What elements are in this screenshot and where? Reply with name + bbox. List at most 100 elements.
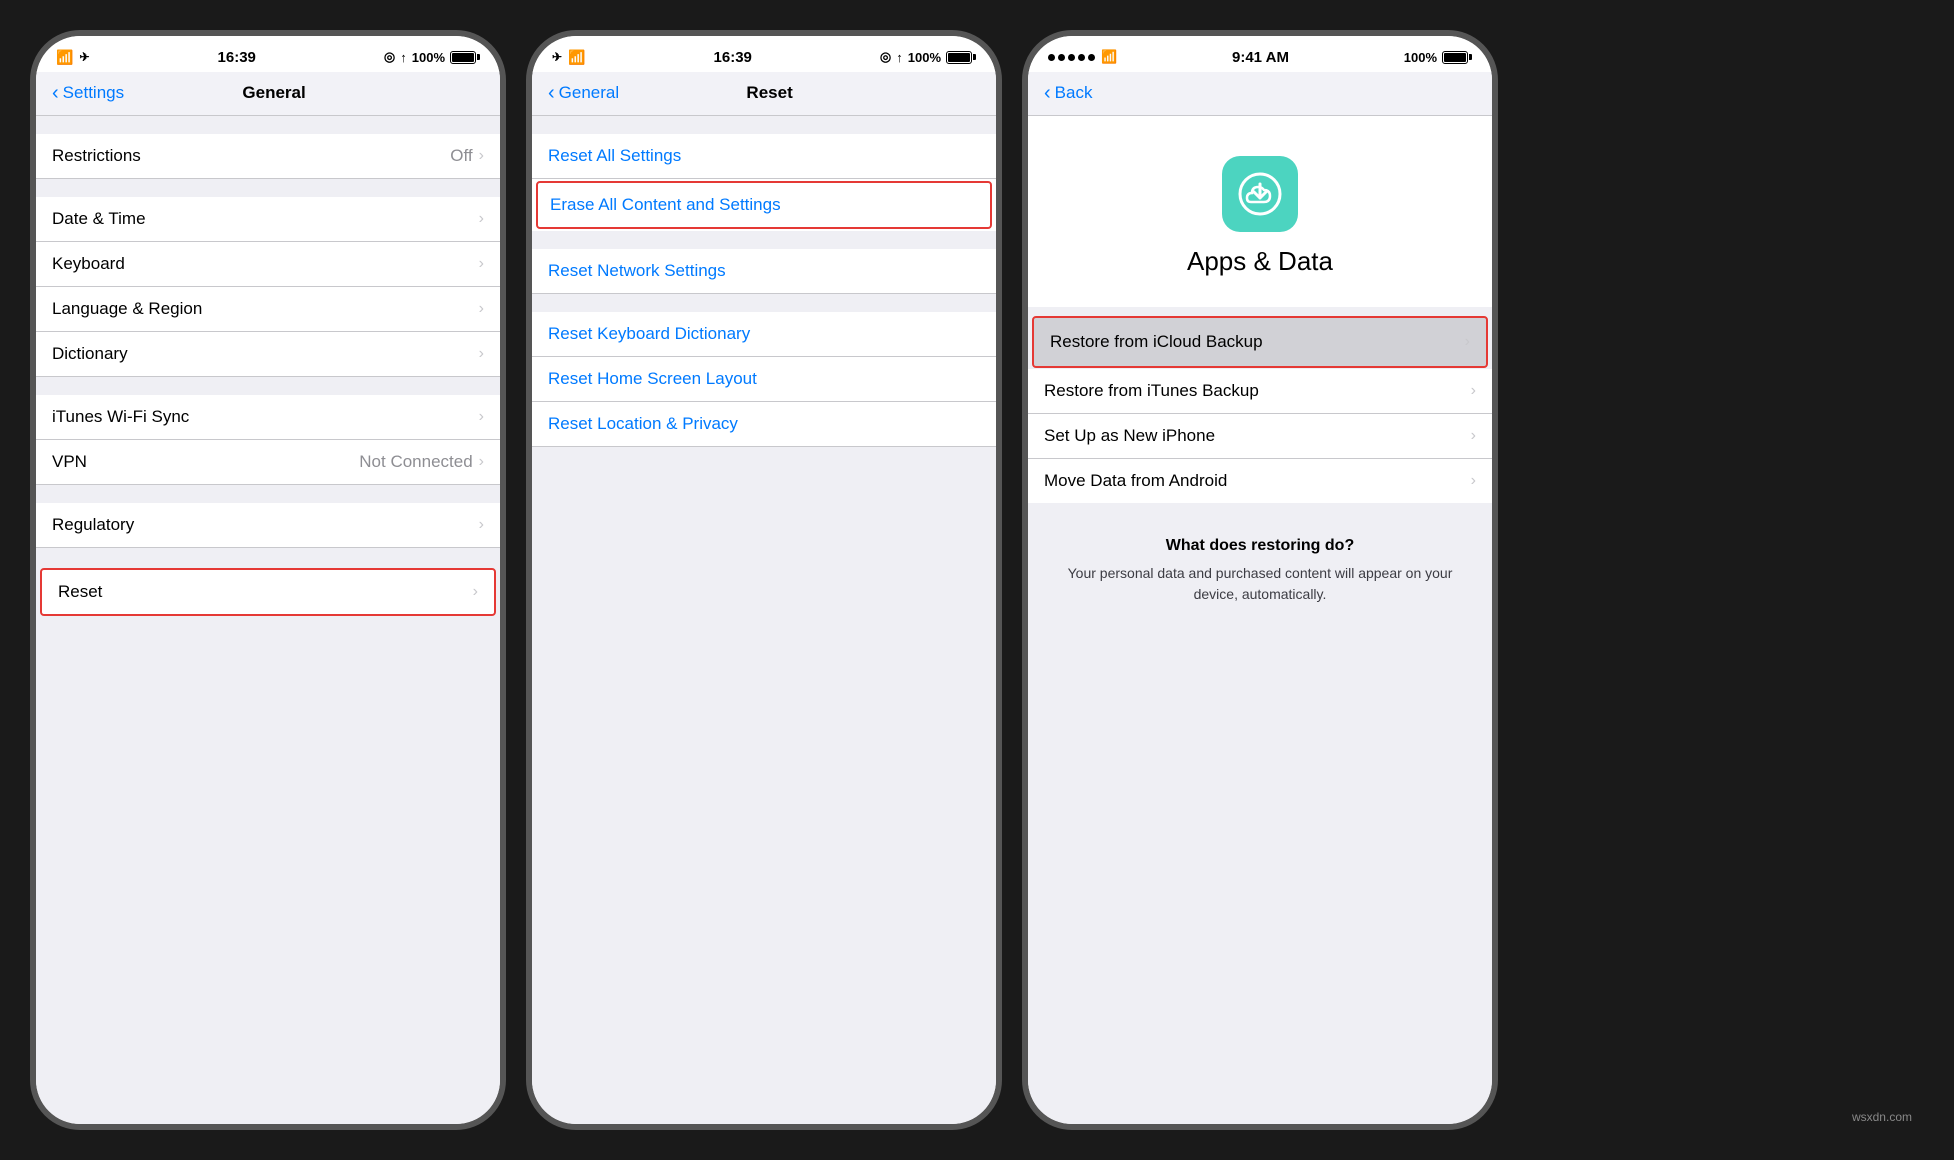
- date-time-item[interactable]: Date & Time ›: [36, 197, 500, 242]
- reset-home-screen-item[interactable]: Reset Home Screen Layout: [532, 357, 996, 402]
- battery-label-3: 100%: [1404, 50, 1437, 65]
- itunes-wifi-item[interactable]: iTunes Wi-Fi Sync ›: [36, 395, 500, 440]
- vpn-chevron: ›: [479, 453, 484, 471]
- itunes-wifi-label: iTunes Wi-Fi Sync: [52, 407, 189, 427]
- reset-network-item[interactable]: Reset Network Settings: [532, 249, 996, 294]
- reset-gap-3: [532, 447, 996, 465]
- airplane-icon-2: ✈: [552, 50, 562, 64]
- reset-keyboard-item[interactable]: Reset Keyboard Dictionary: [532, 312, 996, 357]
- erase-all-content-label: Erase All Content and Settings: [550, 195, 781, 214]
- restrictions-value: Off ›: [450, 146, 484, 166]
- keyboard-label: Keyboard: [52, 254, 125, 274]
- battery-icon-3: [1442, 51, 1472, 64]
- language-region-item[interactable]: Language & Region ›: [36, 287, 500, 332]
- restrictions-label: Restrictions: [52, 146, 141, 166]
- battery-icon-2: [946, 51, 976, 64]
- dot-5: [1088, 54, 1095, 61]
- info-section: What does restoring do? Your personal da…: [1028, 521, 1492, 621]
- time-2: 16:39: [714, 49, 752, 66]
- arrow-icon-2: ↑: [896, 50, 903, 65]
- setup-new-iphone-item[interactable]: Set Up as New iPhone ›: [1028, 414, 1492, 459]
- apps-gap-top: [1028, 307, 1492, 315]
- dot-1: [1048, 54, 1055, 61]
- status-right-2: ◎ ↑ 100%: [880, 49, 976, 65]
- vpn-value: Not Connected ›: [359, 452, 484, 472]
- dictionary-value: ›: [479, 345, 484, 363]
- reset-keyboard-label: Reset Keyboard Dictionary: [548, 324, 750, 344]
- restore-itunes-chevron: ›: [1471, 382, 1476, 400]
- reset-chevron: ›: [473, 583, 478, 601]
- regulatory-item[interactable]: Regulatory ›: [36, 503, 500, 548]
- move-data-android-label: Move Data from Android: [1044, 471, 1227, 491]
- setup-new-iphone-chevron: ›: [1471, 427, 1476, 445]
- reset-item[interactable]: Reset ›: [40, 568, 496, 616]
- back-label-2: General: [559, 83, 619, 103]
- section-gap-top: [36, 116, 500, 134]
- back-label-1: Settings: [63, 83, 124, 103]
- icloud-restore-svg: [1237, 171, 1283, 217]
- info-title: What does restoring do?: [1044, 537, 1476, 555]
- screenshot-wrapper: 📶 ✈ 16:39 ◎ ↑ 100% ‹ Settings General: [0, 0, 1954, 1160]
- dictionary-item[interactable]: Dictionary ›: [36, 332, 500, 377]
- section-gap-5: [36, 618, 500, 636]
- regulatory-label: Regulatory: [52, 515, 134, 535]
- reset-home-screen-label: Reset Home Screen Layout: [548, 369, 757, 389]
- setup-new-iphone-label: Set Up as New iPhone: [1044, 426, 1215, 446]
- erase-all-content-item[interactable]: Erase All Content and Settings: [536, 181, 992, 229]
- nav-title-1: General: [124, 83, 424, 103]
- apps-data-title: Apps & Data: [1187, 246, 1333, 277]
- dot-4: [1078, 54, 1085, 61]
- reset-location-item[interactable]: Reset Location & Privacy: [532, 402, 996, 447]
- dot-3: [1068, 54, 1075, 61]
- reset-list: Reset All Settings Erase All Content and…: [532, 116, 996, 1124]
- nav-bar-1: ‹ Settings General: [36, 72, 500, 116]
- time-1: 16:39: [218, 49, 256, 66]
- date-time-value: ›: [479, 210, 484, 228]
- restore-itunes-item[interactable]: Restore from iTunes Backup ›: [1028, 369, 1492, 414]
- keyboard-chevron: ›: [479, 255, 484, 273]
- move-data-android-item[interactable]: Move Data from Android ›: [1028, 459, 1492, 503]
- time-3: 9:41 AM: [1232, 49, 1289, 66]
- reset-all-settings-item[interactable]: Reset All Settings: [532, 134, 996, 179]
- keyboard-item[interactable]: Keyboard ›: [36, 242, 500, 287]
- wifi-icon-3: 📶: [1101, 49, 1117, 65]
- restore-icloud-label: Restore from iCloud Backup: [1050, 332, 1263, 352]
- itunes-wifi-value: ›: [479, 408, 484, 426]
- info-text: Your personal data and purchased content…: [1044, 563, 1476, 605]
- section-gap-2: [36, 377, 500, 395]
- airplane-icon-1: ✈: [79, 50, 89, 64]
- back-button-2[interactable]: ‹ General: [548, 83, 619, 103]
- restore-icloud-item[interactable]: Restore from iCloud Backup ›: [1032, 316, 1488, 368]
- apps-gap-1: [1028, 503, 1492, 521]
- restrictions-item[interactable]: Restrictions Off ›: [36, 134, 500, 179]
- status-right-1: ◎ ↑ 100%: [384, 49, 480, 65]
- reset-gap-top: [532, 116, 996, 134]
- language-region-label: Language & Region: [52, 299, 202, 319]
- location-icon-2: ◎: [880, 49, 891, 65]
- status-bar-3: 📶 9:41 AM 100%: [1028, 36, 1492, 72]
- language-region-chevron: ›: [479, 300, 484, 318]
- arrow-icon-1: ↑: [400, 50, 407, 65]
- back-button-3[interactable]: ‹ Back: [1044, 83, 1092, 103]
- iphone-panel-2: ✈ 📶 16:39 ◎ ↑ 100% ‹ General Reset: [526, 30, 1002, 1130]
- status-right-3: 100%: [1404, 50, 1472, 65]
- status-bar-2: ✈ 📶 16:39 ◎ ↑ 100%: [532, 36, 996, 72]
- nav-bar-2: ‹ General Reset: [532, 72, 996, 116]
- keyboard-value: ›: [479, 255, 484, 273]
- location-icon-1: ◎: [384, 49, 395, 65]
- vpn-label: VPN: [52, 452, 87, 472]
- restore-icloud-chevron: ›: [1465, 333, 1470, 351]
- itunes-wifi-chevron: ›: [479, 408, 484, 426]
- settings-list-1: Restrictions Off › Date & Time › Keyboar…: [36, 116, 500, 1124]
- language-region-value: ›: [479, 300, 484, 318]
- wifi-icon-2: 📶: [568, 49, 585, 66]
- dictionary-label: Dictionary: [52, 344, 128, 364]
- wifi-icon-1: 📶: [56, 49, 73, 66]
- vpn-item[interactable]: VPN Not Connected ›: [36, 440, 500, 485]
- battery-label-1: 100%: [412, 50, 445, 65]
- dictionary-chevron: ›: [479, 345, 484, 363]
- apps-data-header: Apps & Data: [1028, 116, 1492, 307]
- reset-label: Reset: [58, 582, 102, 602]
- back-button-1[interactable]: ‹ Settings: [52, 83, 124, 103]
- reset-network-label: Reset Network Settings: [548, 261, 726, 281]
